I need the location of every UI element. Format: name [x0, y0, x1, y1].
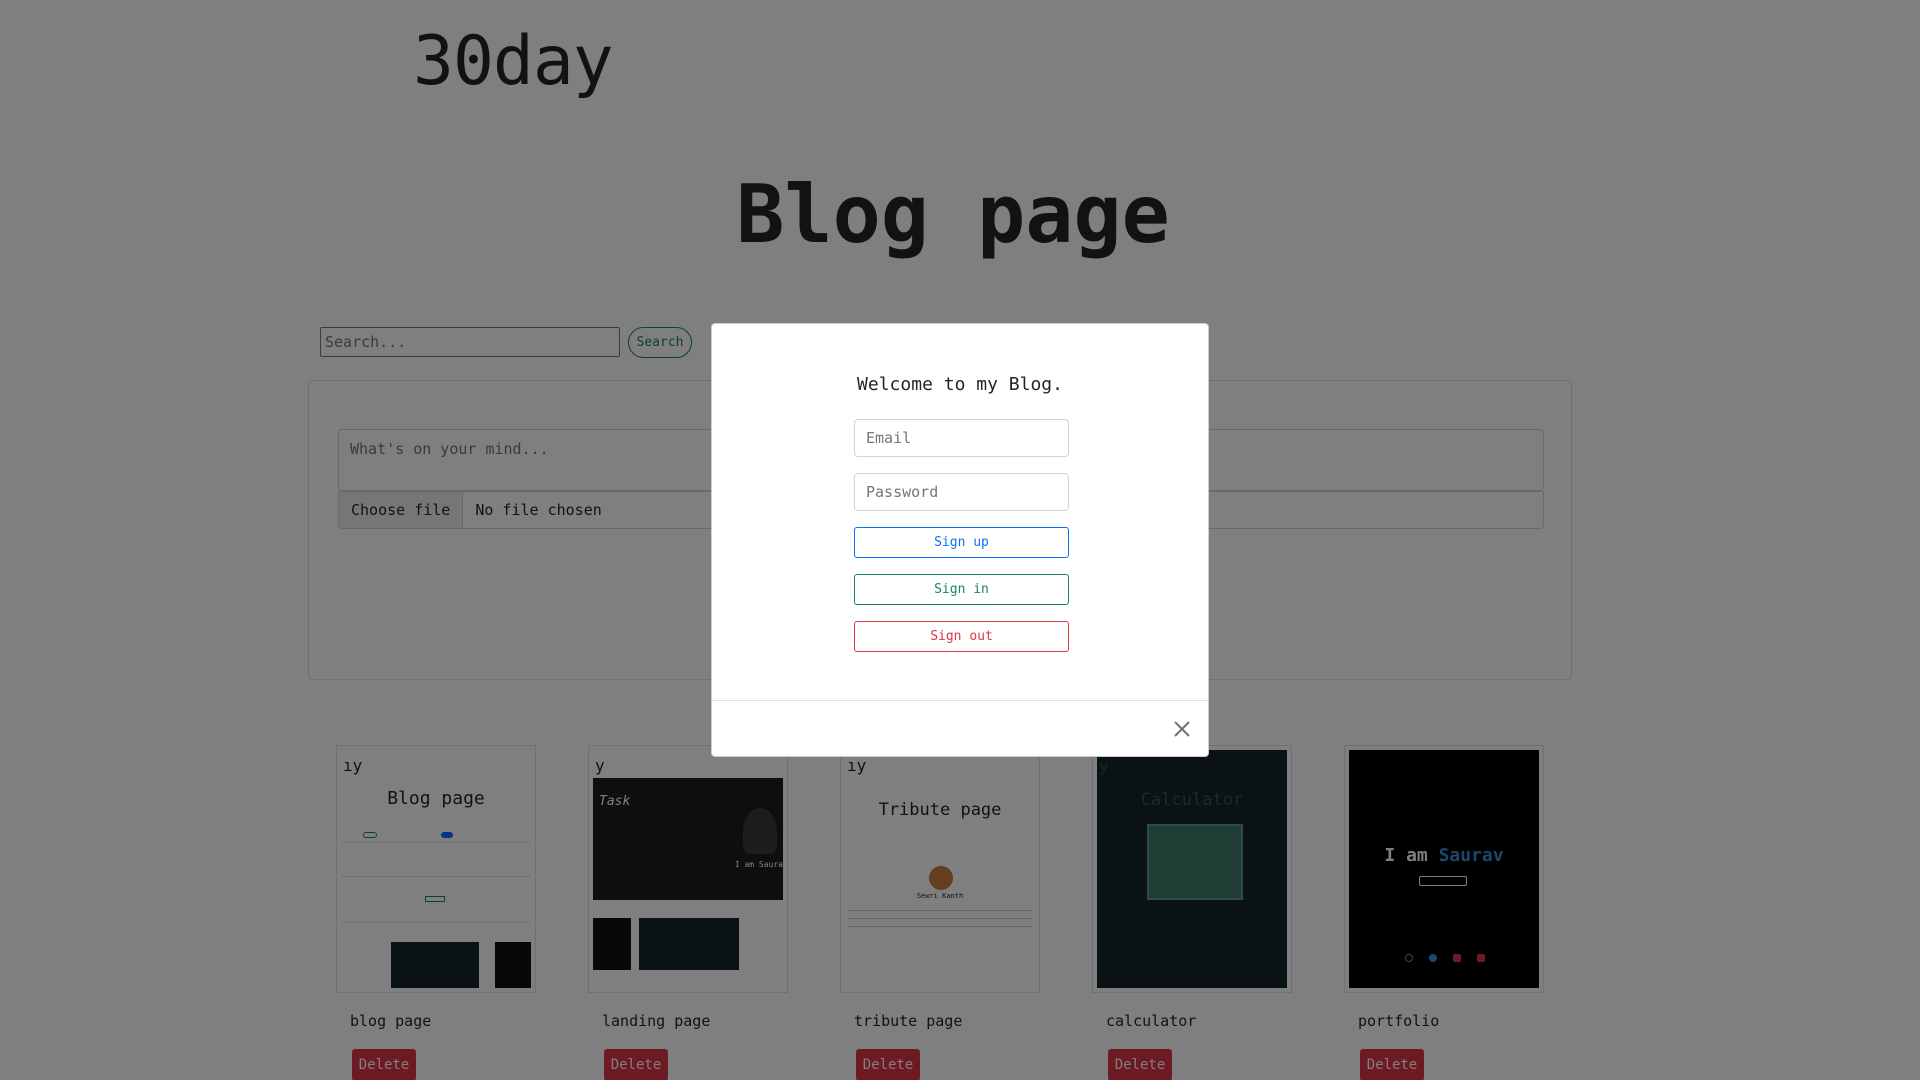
close-icon[interactable]: [1170, 717, 1194, 741]
modal-heading: Welcome to my Blog.: [857, 374, 1063, 395]
password-field[interactable]: [854, 473, 1069, 511]
sign-out-button[interactable]: Sign out: [854, 621, 1069, 652]
modal-footer-divider: [712, 700, 1208, 701]
sign-up-button[interactable]: Sign up: [854, 527, 1069, 558]
auth-modal: Welcome to my Blog. Sign up Sign in Sign…: [711, 323, 1209, 757]
email-field[interactable]: [854, 419, 1069, 457]
sign-in-button[interactable]: Sign in: [854, 574, 1069, 605]
